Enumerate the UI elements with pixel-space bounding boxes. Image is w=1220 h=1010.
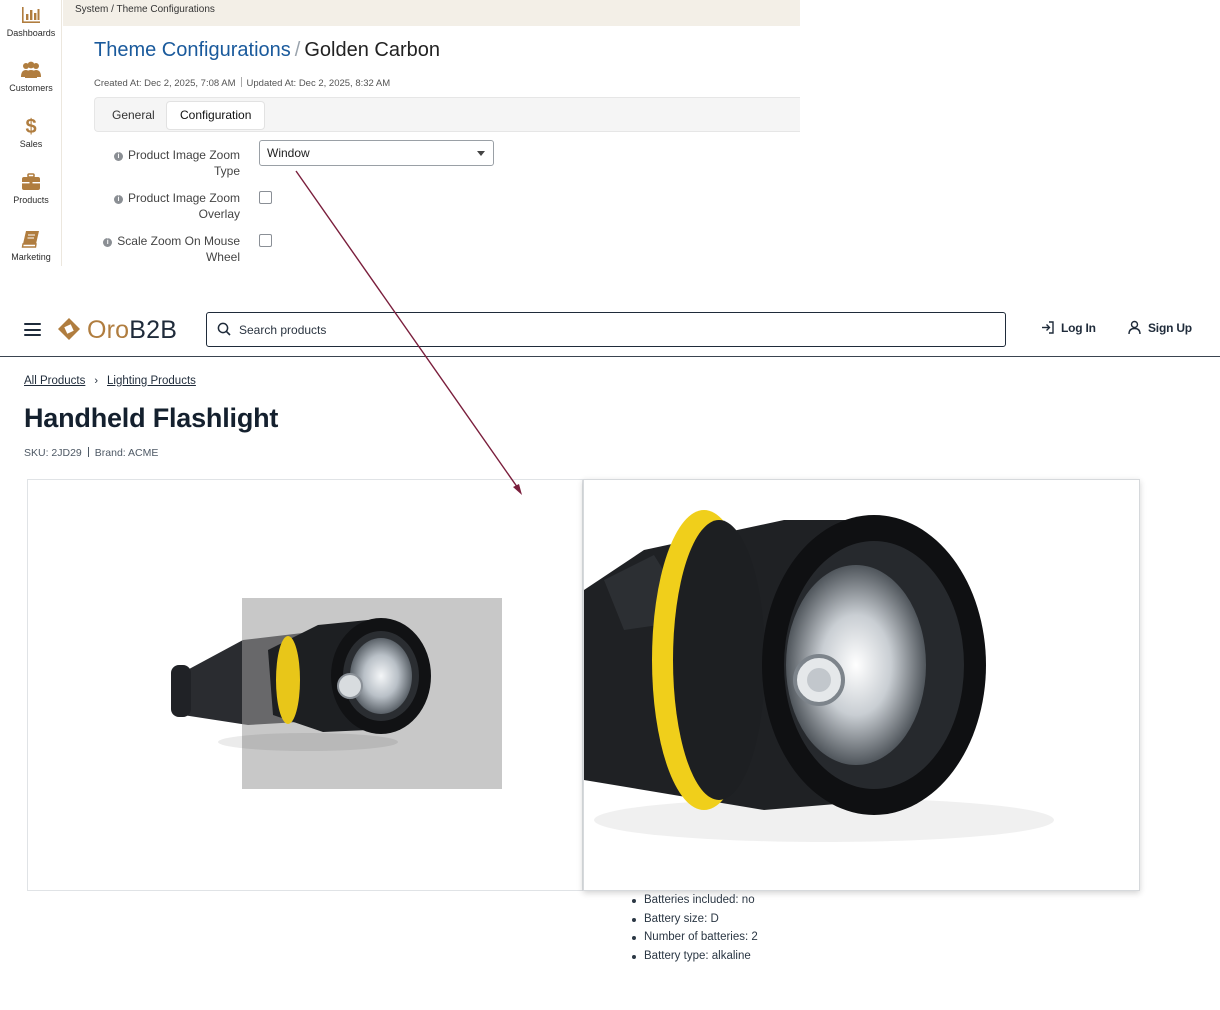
title-link[interactable]: Theme Configurations: [94, 39, 291, 61]
search-input[interactable]: [239, 314, 979, 345]
sidebar-item-dashboards[interactable]: Dashboards: [0, 5, 62, 38]
briefcase-icon: [22, 173, 40, 190]
info-icon[interactable]: i: [103, 238, 113, 247]
logo-mark-icon: [58, 318, 80, 340]
breadcrumb: System / Theme Configurations: [75, 4, 215, 15]
attribute-item: Number of batteries: 2: [632, 928, 758, 947]
admin-topbar: System / Theme Configurations: [63, 0, 800, 26]
admin-sidebar: Dashboards Customers $ Sales Products Ma…: [0, 0, 62, 266]
tab-configuration[interactable]: Configuration: [167, 102, 265, 129]
svg-text:$: $: [25, 116, 36, 136]
login-icon: [1042, 321, 1054, 334]
product-title: Handheld Flashlight: [24, 403, 279, 433]
product-image-gallery[interactable]: [27, 479, 583, 891]
attribute-item: Batteries included: no: [632, 891, 758, 910]
login-link[interactable]: Log In: [1042, 321, 1096, 335]
zoom-type-label: i Product Image Zoom Type: [78, 147, 240, 179]
bar-chart-icon: [22, 7, 40, 23]
title-entity: Golden Carbon: [304, 39, 440, 61]
scale-zoom-checkbox[interactable]: [259, 234, 272, 247]
store-header: OroB2B Log In Sign Up: [0, 300, 1220, 357]
tabs-bar: General Configuration: [94, 97, 800, 132]
sidebar-item-products[interactable]: Products: [0, 172, 62, 205]
sidebar-item-label: Customers: [9, 83, 53, 93]
zoom-type-select[interactable]: Window: [259, 140, 494, 166]
user-icon: [1128, 320, 1141, 335]
crumb-all-products[interactable]: All Products: [24, 375, 85, 387]
sidebar-item-sales[interactable]: $ Sales: [0, 116, 62, 149]
breadcrumb: All Products › Lighting Products: [24, 375, 196, 387]
zoom-window: [583, 479, 1140, 891]
zoomed-product-image: [584, 510, 1054, 842]
admin-panel: Dashboards Customers $ Sales Products Ma…: [0, 0, 800, 266]
sidebar-item-marketing[interactable]: Marketing: [0, 229, 62, 262]
overlay-checkbox[interactable]: [259, 191, 272, 204]
sidebar-item-label: Sales: [19, 139, 43, 149]
users-icon: [21, 61, 41, 78]
scale-zoom-label: i Scale Zoom On Mouse Wheel: [78, 233, 240, 265]
product-attributes: Batteries included: no Battery size: D N…: [632, 891, 758, 965]
sidebar-item-label: Products: [13, 195, 49, 205]
crumb-lighting-products[interactable]: Lighting Products: [107, 375, 196, 387]
sidebar-item-label: Dashboards: [6, 28, 56, 38]
page-title: Theme Configurations / Golden Carbon: [94, 39, 440, 62]
sidebar-item-customers[interactable]: Customers: [0, 60, 62, 93]
attribute-item: Battery size: D: [632, 910, 758, 929]
product-image[interactable]: [28, 480, 584, 892]
chevron-right-icon: ›: [94, 375, 99, 387]
search-icon[interactable]: [217, 322, 231, 336]
product-brand: Brand: ACME: [94, 447, 159, 459]
product-sku: SKU: 2JD29: [24, 447, 82, 459]
attribute-item: Battery type: alkaline: [632, 947, 758, 966]
chevron-down-icon: [477, 151, 485, 156]
updated-at: Updated At: Dec 2, 2025, 8:32 AM: [246, 78, 391, 89]
info-icon[interactable]: i: [113, 195, 123, 204]
record-meta: Created At: Dec 2, 2025, 7:08 AM Updated …: [94, 77, 390, 89]
overlay-label: i Product Image Zoom Overlay: [78, 190, 240, 222]
created-at: Created At: Dec 2, 2025, 7:08 AM: [94, 78, 236, 89]
tab-general[interactable]: General: [99, 102, 168, 129]
product-meta: SKU: 2JD29 Brand: ACME: [24, 447, 158, 459]
signup-link[interactable]: Sign Up: [1128, 320, 1192, 335]
zoom-type-value: Window: [267, 146, 310, 160]
info-icon[interactable]: i: [113, 152, 123, 161]
menu-icon[interactable]: [24, 323, 41, 336]
title-separator: /: [294, 39, 301, 61]
dollar-icon: $: [25, 116, 36, 136]
sidebar-item-label: Marketing: [11, 252, 51, 262]
search-box: [206, 312, 1006, 347]
admin-content: Theme Configurations / Golden Carbon Creat…: [78, 26, 800, 266]
book-icon: [21, 231, 39, 248]
